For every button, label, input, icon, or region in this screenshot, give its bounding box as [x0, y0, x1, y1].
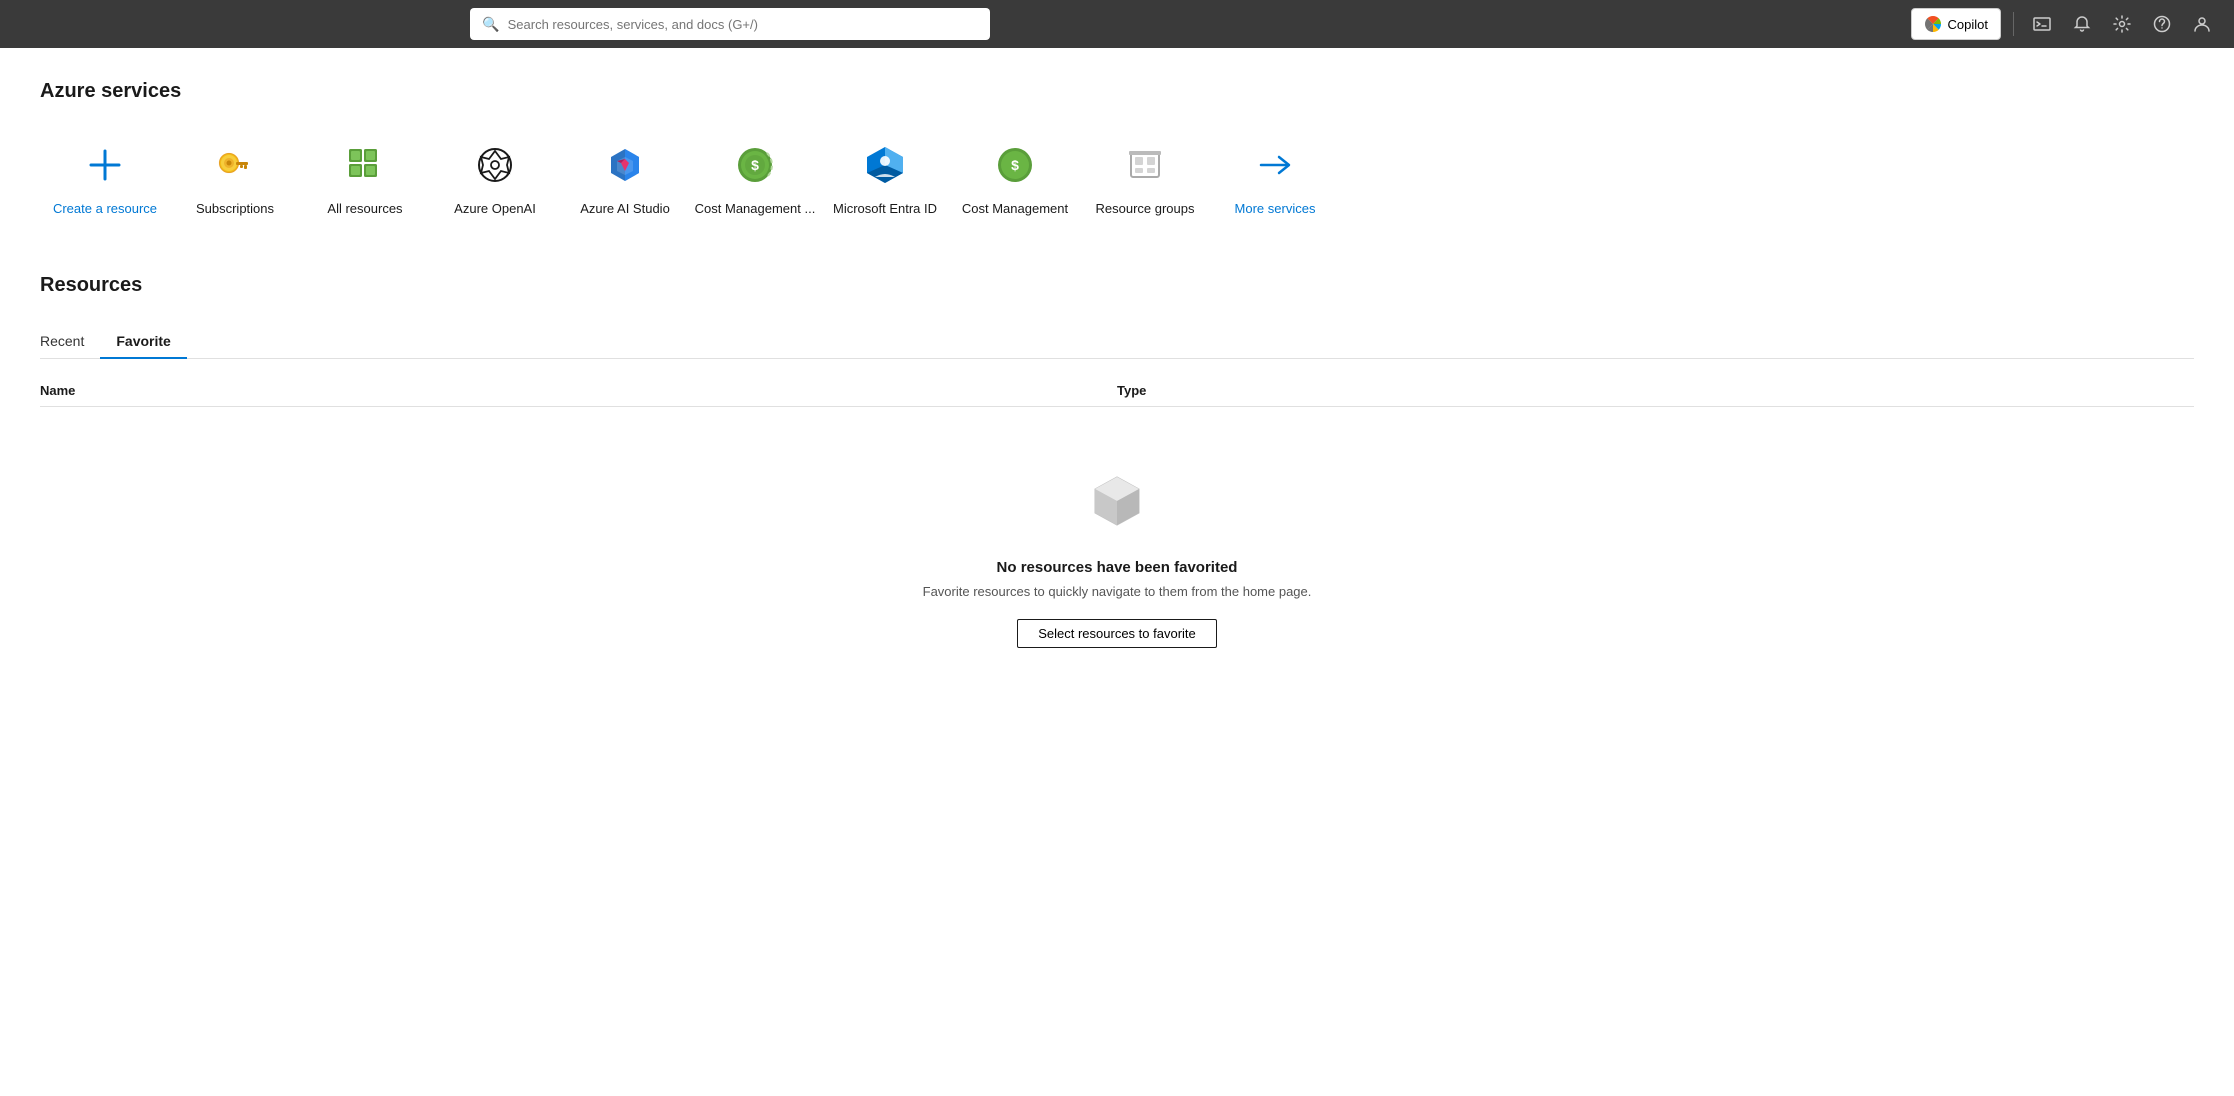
search-bar: 🔍 [470, 8, 990, 40]
copilot-button[interactable]: Copilot [1911, 8, 2001, 40]
search-input[interactable] [508, 17, 979, 32]
cost-green-icon: $ [729, 139, 781, 191]
empty-state: No resources have been favorited Favorit… [40, 407, 2194, 688]
bell-icon [2073, 15, 2091, 33]
service-item-azure-openai[interactable]: Azure OpenAI [430, 131, 560, 226]
gear-icon [2113, 15, 2131, 33]
ai-studio-icon [599, 139, 651, 191]
user-button[interactable] [2186, 8, 2218, 40]
topbar-actions: Copilot [1911, 8, 2218, 40]
help-icon [2153, 15, 2171, 33]
svg-text:$: $ [1011, 157, 1019, 173]
topbar-divider [2013, 12, 2014, 36]
main-content: Azure services Create a resource [0, 48, 2234, 1096]
service-item-all-resources[interactable]: All resources [300, 131, 430, 226]
topbar: 🔍 Copilot [0, 0, 2234, 48]
service-item-more-services[interactable]: More services [1210, 131, 1340, 226]
empty-title: No resources have been favorited [997, 559, 1238, 576]
service-label: Cost Management [962, 201, 1068, 218]
tab-recent[interactable]: Recent [40, 325, 100, 359]
column-type: Type [1117, 383, 2194, 398]
resources-title: Resources [40, 274, 2194, 297]
openai-icon [469, 139, 521, 191]
svg-text:$: $ [751, 157, 759, 173]
tab-favorite[interactable]: Favorite [100, 325, 186, 359]
service-item-create-resource[interactable]: Create a resource [40, 131, 170, 226]
service-item-subscriptions[interactable]: Subscriptions [170, 131, 300, 226]
service-label: All resources [327, 201, 402, 218]
service-label: Azure AI Studio [580, 201, 670, 218]
cost-management-icon: $ [989, 139, 1041, 191]
service-item-cost-management-1[interactable]: $ Cost Management ... [690, 131, 820, 226]
empty-cube-icon [1081, 467, 1153, 539]
service-label: More services [1235, 201, 1316, 218]
services-grid: Create a resource Subscriptions [40, 131, 2194, 226]
copilot-label: Copilot [1948, 17, 1988, 32]
service-label: Resource groups [1096, 201, 1195, 218]
arrow-right-icon [1249, 139, 1301, 191]
settings-button[interactable] [2106, 8, 2138, 40]
resource-groups-icon [1119, 139, 1171, 191]
plus-icon [79, 139, 131, 191]
terminal-button[interactable] [2026, 8, 2058, 40]
service-label: Azure OpenAI [454, 201, 536, 218]
service-label: Microsoft Entra ID [833, 201, 937, 218]
service-label: Create a resource [53, 201, 157, 218]
help-button[interactable] [2146, 8, 2178, 40]
service-item-azure-ai-studio[interactable]: Azure AI Studio [560, 131, 690, 226]
grid-icon [339, 139, 391, 191]
user-icon [2193, 15, 2211, 33]
service-item-cost-management-2[interactable]: $ Cost Management [950, 131, 1080, 226]
column-name: Name [40, 383, 1117, 398]
select-resources-button[interactable]: Select resources to favorite [1017, 619, 1217, 648]
resources-section: Resources Recent Favorite Name Type No r… [40, 274, 2194, 688]
entra-icon [859, 139, 911, 191]
empty-subtitle: Favorite resources to quickly navigate t… [923, 584, 1312, 599]
table-header: Name Type [40, 375, 2194, 407]
azure-services-title: Azure services [40, 80, 2194, 103]
key-icon [209, 139, 261, 191]
service-item-microsoft-entra[interactable]: Microsoft Entra ID [820, 131, 950, 226]
service-label: Subscriptions [196, 201, 274, 218]
service-item-resource-groups[interactable]: Resource groups [1080, 131, 1210, 226]
service-label: Cost Management ... [695, 201, 816, 218]
resources-tabs: Recent Favorite [40, 325, 2194, 359]
notifications-button[interactable] [2066, 8, 2098, 40]
copilot-icon [1924, 15, 1942, 33]
terminal-icon [2033, 15, 2051, 33]
search-icon: 🔍 [482, 16, 499, 33]
